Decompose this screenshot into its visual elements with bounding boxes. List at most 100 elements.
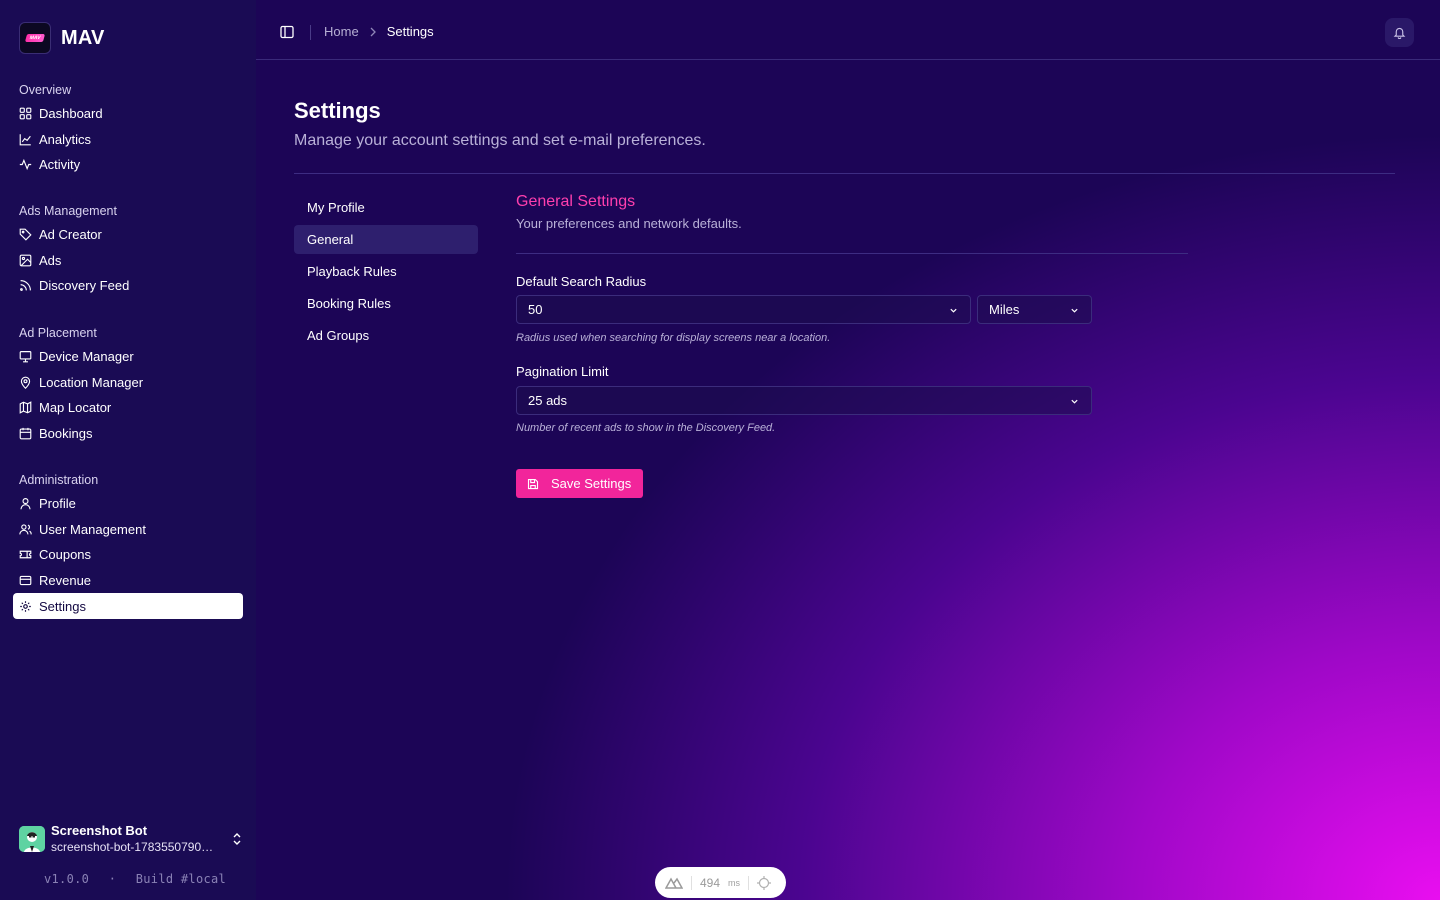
- user-info: Screenshot Bot screenshot-bot-1783550790…: [51, 823, 225, 854]
- breadcrumb-current: Settings: [386, 24, 434, 39]
- perf-separator: [691, 875, 692, 890]
- sidebar-item-ad-creator[interactable]: Ad Creator: [13, 222, 243, 248]
- sidebar-item-ads[interactable]: Ads: [13, 248, 243, 274]
- settings-tab-my-profile[interactable]: My Profile: [294, 193, 478, 222]
- nav-section-overview: Overview Dashboard Analytics Activity: [13, 79, 243, 178]
- radius-unit-select[interactable]: Miles: [977, 295, 1092, 324]
- chevron-right-icon: [370, 27, 376, 36]
- brand-name: MAV: [61, 26, 105, 49]
- sidebar-item-dashboard[interactable]: Dashboard: [13, 101, 243, 127]
- settings-tab-general[interactable]: General: [294, 225, 478, 254]
- version-separator: ·: [108, 872, 117, 886]
- avatar: [19, 825, 45, 852]
- sidebar-item-label: Discovery Feed: [39, 278, 130, 294]
- settings-tab-booking-rules[interactable]: Booking Rules: [294, 289, 478, 318]
- nuxt-logo-icon: [665, 876, 683, 889]
- user-menu[interactable]: Screenshot Bot screenshot-bot-1783550790…: [19, 823, 243, 854]
- topbar: Home Settings: [256, 0, 1440, 60]
- sidebar-item-label: Analytics: [39, 131, 92, 147]
- rss-icon: [20, 280, 31, 292]
- pulse-icon: [19, 159, 32, 171]
- perf-value: 494: [700, 875, 721, 890]
- pagination-value: 25 ads: [528, 393, 568, 408]
- nav-heading: Administration: [19, 473, 99, 487]
- general-settings-panel: General Settings Your preferences and ne…: [516, 193, 1188, 254]
- user-icon: [20, 498, 31, 510]
- panel-subtitle: Your preferences and network defaults.: [516, 216, 742, 231]
- brand-logo-mark: MAV: [24, 34, 46, 42]
- settings-tab-ad-groups[interactable]: Ad Groups: [294, 321, 478, 350]
- page-subtitle: Manage your account settings and set e-m…: [294, 132, 706, 149]
- ticket-icon: [19, 551, 32, 559]
- sidebar-item-bookings[interactable]: Bookings: [13, 421, 243, 447]
- sidebar-item-label: Ads: [39, 252, 62, 268]
- sidebar: MAV MAV Overview Dashboard Analytics Act…: [0, 0, 256, 900]
- sidebar-item-label: Dashboard: [39, 106, 103, 122]
- panel-title: General Settings: [516, 193, 636, 210]
- settings-tab-playback-rules[interactable]: Playback Rules: [294, 257, 478, 286]
- panel-divider: [516, 253, 1188, 254]
- search-radius-label: Default Search Radius: [516, 274, 647, 289]
- calendar-icon: [19, 427, 32, 440]
- chevron-down-icon: [1071, 308, 1078, 313]
- sidebar-item-location-manager[interactable]: Location Manager: [13, 370, 243, 396]
- target-icon: [757, 875, 772, 890]
- nav-section-administration: Administration Profile User Management C…: [13, 469, 243, 619]
- pagination-label: Pagination Limit: [516, 364, 609, 379]
- sidebar-item-revenue[interactable]: Revenue: [13, 568, 243, 594]
- sidebar-item-label: Bookings: [39, 426, 93, 442]
- sidebar-item-profile[interactable]: Profile: [13, 491, 243, 517]
- user-name: Screenshot Bot: [51, 823, 148, 838]
- chevron-down-icon: [1071, 399, 1078, 404]
- version-info: v1.0.0 · Build #local: [44, 872, 226, 886]
- chart-line-icon: [19, 134, 31, 146]
- perf-unit: ms: [728, 877, 741, 888]
- map-icon: [19, 401, 32, 415]
- brand[interactable]: MAV MAV: [19, 22, 105, 54]
- breadcrumb-home[interactable]: Home: [324, 24, 359, 39]
- pagination-hint: Number of recent ads to show in the Disc…: [516, 422, 776, 434]
- search-radius-select[interactable]: 50: [516, 295, 971, 324]
- grid-icon: [19, 107, 32, 120]
- gear-icon: [20, 600, 31, 612]
- sidebar-item-label: Ad Creator: [39, 227, 102, 243]
- pagination-select[interactable]: 25 ads: [516, 386, 1092, 415]
- sidebar-toggle-icon[interactable]: [280, 25, 294, 39]
- chevron-updown-icon: [233, 832, 241, 845]
- topbar-divider: [310, 25, 311, 40]
- brand-logo: MAV: [19, 22, 51, 54]
- sidebar-item-label: Coupons: [39, 547, 92, 563]
- tag-icon: [19, 228, 32, 241]
- settings-nav: My Profile General Playback Rules Bookin…: [294, 193, 478, 353]
- sidebar-item-settings[interactable]: Settings: [13, 593, 243, 619]
- save-settings-button[interactable]: Save Settings: [516, 469, 643, 498]
- page-title: Settings: [294, 98, 381, 123]
- monitor-icon: [19, 351, 32, 363]
- sidebar-item-label: Activity: [39, 157, 81, 173]
- nav-heading: Overview: [19, 83, 72, 97]
- notifications-button[interactable]: [1385, 18, 1414, 47]
- version-number: v1.0.0: [44, 872, 90, 886]
- perf-separator: [748, 875, 750, 890]
- credit-card-icon: [19, 575, 32, 586]
- sidebar-item-label: Map Locator: [39, 400, 112, 416]
- nav-section-ads-management: Ads Management Ad Creator Ads Discovery …: [13, 200, 243, 299]
- sidebar-item-coupons[interactable]: Coupons: [13, 542, 243, 568]
- sidebar-item-analytics[interactable]: Analytics: [13, 127, 243, 153]
- sidebar-item-activity[interactable]: Activity: [13, 152, 243, 178]
- chevron-down-icon: [950, 308, 957, 313]
- sidebar-item-label: Revenue: [39, 573, 92, 589]
- sidebar-item-user-management[interactable]: User Management: [13, 517, 243, 543]
- radius-unit-value: Miles: [989, 302, 1020, 317]
- image-icon: [19, 254, 32, 267]
- breadcrumb: Home Settings: [324, 24, 434, 39]
- avatar-illustration: [19, 825, 45, 852]
- sidebar-item-map-locator[interactable]: Map Locator: [13, 395, 243, 421]
- sidebar-item-label: User Management: [39, 521, 146, 537]
- sidebar-item-label: Location Manager: [39, 374, 144, 390]
- dev-perf-indicator[interactable]: 494 ms: [655, 867, 786, 898]
- sidebar-item-device-manager[interactable]: Device Manager: [13, 344, 243, 370]
- build-number: Build #local: [135, 872, 227, 886]
- sidebar-item-discovery-feed[interactable]: Discovery Feed: [13, 273, 243, 299]
- search-radius-hint: Radius used when searching for display s…: [516, 332, 831, 344]
